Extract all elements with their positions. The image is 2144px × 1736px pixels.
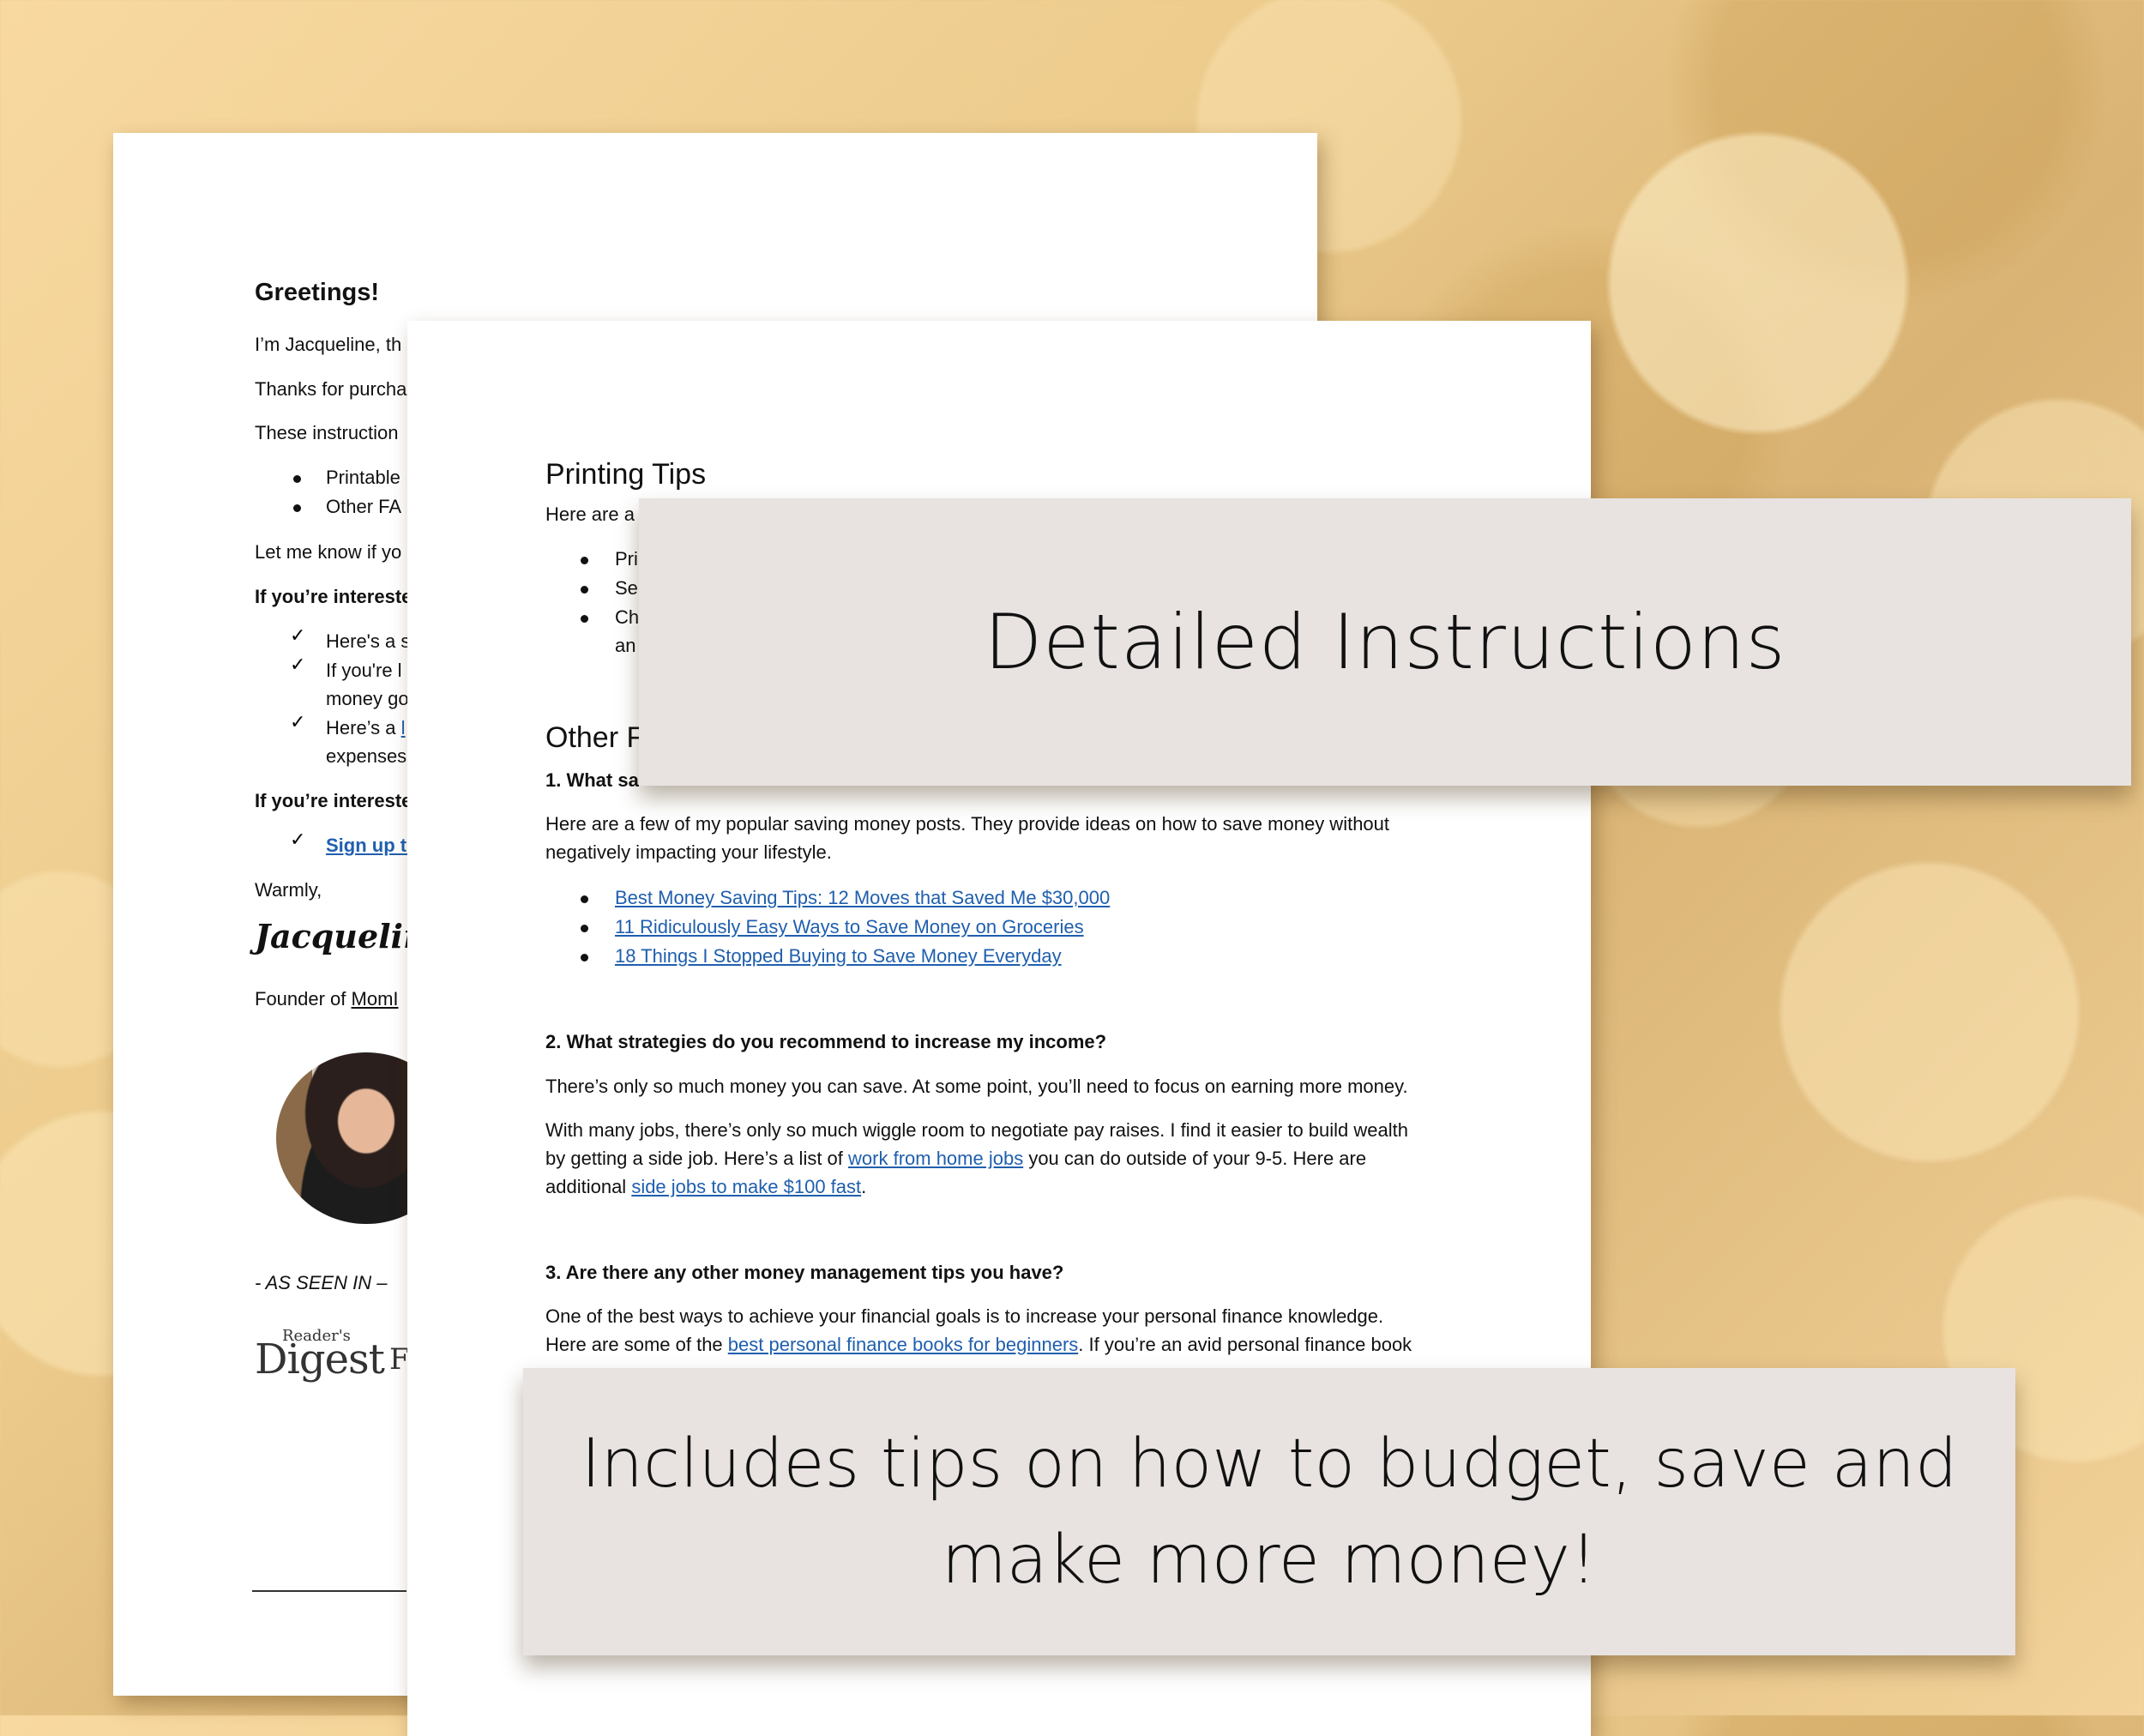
q1-link[interactable]: 18 Things I Stopped Buying to Save Money… <box>615 942 1062 970</box>
bullet-dot <box>293 504 301 512</box>
side-jobs-link[interactable]: side jobs to make $100 fast <box>631 1176 861 1197</box>
bullet-dot <box>581 557 588 564</box>
question-1: 1. What sa <box>545 769 639 791</box>
q1-link[interactable]: 11 Ridiculously Easy Ways to Save Money … <box>615 913 1084 941</box>
work-from-home-link[interactable]: work from home jobs <box>848 1148 1023 1169</box>
list-item-cont: an <box>615 635 636 656</box>
check-item-link[interactable]: l <box>401 717 406 738</box>
bullet-dot <box>581 615 588 623</box>
greeting-heading: Greetings! <box>255 279 380 306</box>
list-item: Other FA <box>326 496 402 517</box>
footer-rule <box>252 1590 407 1592</box>
let-me-know-line: Let me know if yo <box>255 541 402 563</box>
warmly-text: Warmly, <box>255 879 322 901</box>
question-2: 2. What strategies do you recommend to i… <box>545 1031 1107 1052</box>
q2-paragraph-1: There’s only so much money you can save.… <box>545 1076 1408 1097</box>
bullet-dot <box>293 475 301 483</box>
thanks-line: Thanks for purcha <box>255 378 407 400</box>
checkmark-icon: ✓ <box>290 711 306 732</box>
interest-heading: If you’re intereste <box>255 586 413 607</box>
question-3: 3. Are there any other money management … <box>545 1262 1064 1283</box>
banner-title: Detailed Instructions <box>984 598 1786 686</box>
banner-text: Includes tips on how to budget, save and… <box>581 1416 1958 1608</box>
tips-banner: Includes tips on how to budget, save and… <box>523 1368 2015 1655</box>
banner-line-1: Includes tips on how to budget, save and <box>581 1425 1958 1503</box>
checkmark-icon: ✓ <box>290 654 306 675</box>
press-logo-partial: F <box>389 1342 410 1377</box>
interest-heading-2: If you’re intereste <box>255 790 413 811</box>
q3-paragraph-line: One of the best ways to achieve your fin… <box>545 1305 1384 1327</box>
q2-paragraph-2-line: With many jobs, there’s only so much wig… <box>545 1119 1408 1141</box>
bullet-dot <box>581 954 588 961</box>
q1-paragraph-line: negatively impacting your lifestyle. <box>545 841 832 863</box>
as-seen-in-label: - AS SEEN IN – <box>255 1272 388 1293</box>
q1-link[interactable]: Best Money Saving Tips: 12 Moves that Sa… <box>615 883 1110 912</box>
printing-tips-heading: Printing Tips <box>545 458 707 491</box>
q2-paragraph-2-line: additional side jobs to make $100 fast. <box>545 1176 867 1197</box>
other-faq-heading: Other F <box>545 721 645 754</box>
printing-intro: Here are a <box>545 503 635 525</box>
q3-paragraph-line: Here are some of the best personal finan… <box>545 1334 1412 1355</box>
detailed-instructions-banner: Detailed Instructions <box>639 498 2131 786</box>
list-item: Printable <box>326 467 400 488</box>
bullet-dot <box>581 895 588 903</box>
check-item-cont: expenses <box>326 745 407 767</box>
list-item: Pri <box>615 548 638 570</box>
checkmark-icon: ✓ <box>290 624 306 646</box>
intro-line: I’m Jacqueline, th <box>255 334 402 355</box>
q2-paragraph-2-line: by getting a side job. Here’s a list of … <box>545 1148 1367 1169</box>
finance-books-link[interactable]: best personal finance books for beginner… <box>728 1334 1078 1355</box>
instructions-line: These instruction <box>255 422 399 443</box>
q1-paragraph-line: Here are a few of my popular saving mone… <box>545 813 1390 835</box>
checkmark-icon: ✓ <box>290 829 306 850</box>
check-item: Here’s a l <box>326 717 406 738</box>
bullet-dot <box>581 586 588 594</box>
signup-link[interactable]: Sign up to <box>326 831 419 859</box>
readers-digest-logo: Digest <box>255 1335 385 1383</box>
founder-line: Founder of MomI <box>255 988 399 1010</box>
check-item: If you're l <box>326 660 402 681</box>
check-item: Here's a s <box>326 630 411 652</box>
list-item: Ch <box>615 606 640 628</box>
bullet-dot <box>581 925 588 932</box>
banner-line-2: make more money! <box>941 1521 1598 1599</box>
founder-link[interactable]: MomI <box>352 988 399 1010</box>
check-item-cont: money go <box>326 688 409 709</box>
